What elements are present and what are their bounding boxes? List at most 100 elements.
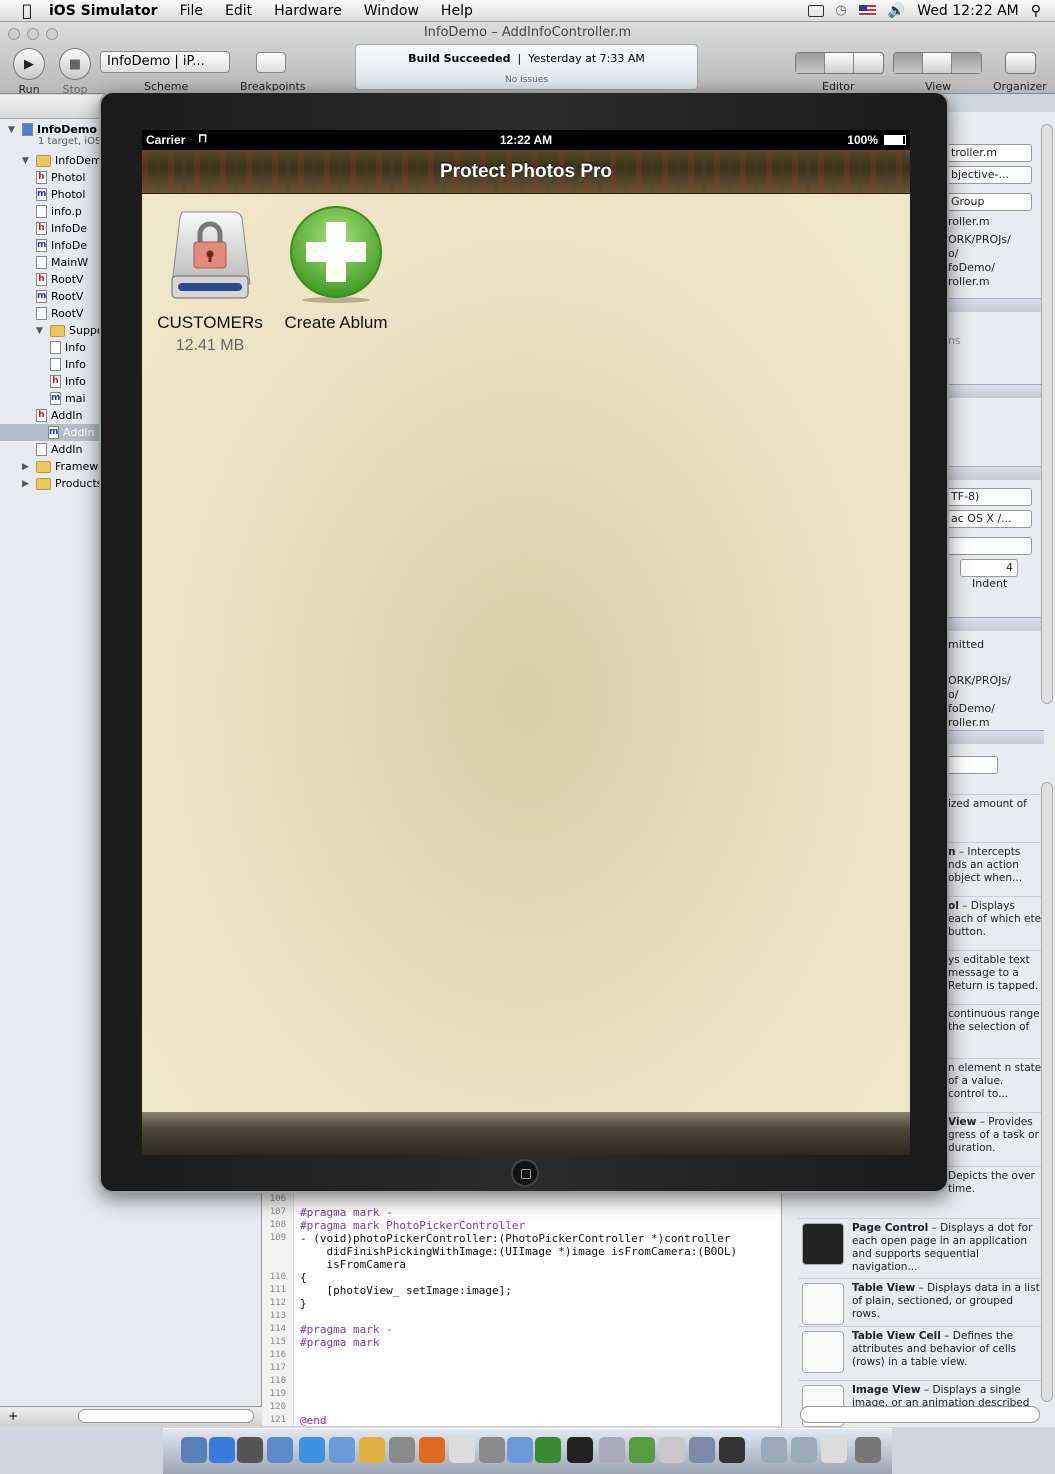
trash-icon[interactable] (855, 1437, 881, 1463)
inspector-scrollbar[interactable] (1041, 124, 1053, 704)
library-item[interactable]: Table View – Displays data in a list of … (798, 1278, 1042, 1330)
apple-menu-icon[interactable]:  (16, 1, 38, 20)
indent-using-popup[interactable] (946, 537, 1032, 555)
input-flag-icon[interactable] (858, 5, 876, 16)
navigator-file-row[interactable]: ▶ Framewo (22, 458, 105, 475)
utilities-toggle-icon[interactable] (952, 53, 981, 73)
disclosure-icon[interactable]: ▶ (22, 462, 32, 472)
ipad-screen[interactable]: Carrier ⊓ 12:22 AM 100% Protect Photos P… (142, 130, 910, 1155)
navigator-file-row[interactable]: m Photol (36, 186, 85, 203)
app-store-icon[interactable] (209, 1437, 235, 1463)
facetime-icon[interactable] (329, 1437, 355, 1463)
add-icon[interactable]: + (8, 1409, 18, 1423)
photo-icon[interactable] (659, 1437, 685, 1463)
navigator-file-row[interactable]: AddIn (36, 441, 83, 458)
library-filter-popup[interactable] (946, 756, 998, 774)
safari-icon[interactable] (299, 1437, 325, 1463)
location-popup[interactable]: Group (946, 193, 1032, 211)
library-item[interactable]: Table View Cell – Defines the attributes… (798, 1326, 1042, 1378)
version-editor-icon[interactable] (854, 53, 883, 73)
filter-input[interactable] (78, 1409, 254, 1423)
folder-icon[interactable] (761, 1437, 787, 1463)
dock-app-icon[interactable] (599, 1437, 625, 1463)
navigator-file-row[interactable]: MainW (36, 254, 88, 271)
navigator-file-row[interactable]: ▼ InfoDem (22, 152, 102, 169)
navigator-file-row[interactable]: m RootV (36, 288, 83, 305)
code-line[interactable]: @end (300, 1414, 327, 1427)
contacts-icon[interactable] (359, 1437, 385, 1463)
menu-window[interactable]: Window (353, 3, 430, 19)
disclosure-icon[interactable]: ▼ (8, 125, 18, 135)
qt-icon[interactable] (535, 1437, 561, 1463)
disclosure-icon[interactable]: ▼ (22, 156, 32, 166)
code-line[interactable]: - (void)photoPickerController:(PhotoPick… (300, 1232, 730, 1245)
menu-clock[interactable]: Wed 12:22 AM (917, 3, 1018, 19)
view-segmented[interactable] (893, 52, 982, 74)
encoding-popup[interactable]: TF-8) (946, 488, 1032, 506)
navigator-file-row[interactable]: h Photol (36, 169, 85, 186)
navigator-file-row[interactable]: Info (50, 356, 86, 373)
library-scrollbar[interactable] (1041, 782, 1053, 1402)
textedit-icon[interactable] (449, 1437, 475, 1463)
navigator-toggle-icon[interactable] (894, 53, 923, 73)
menu-edit[interactable]: Edit (214, 3, 263, 19)
assistant-editor-icon[interactable] (825, 53, 854, 73)
menu-file[interactable]: File (169, 3, 214, 19)
create-album-button[interactable]: Create Ablum (271, 204, 401, 333)
standard-editor-icon[interactable] (796, 53, 825, 73)
utility-icon[interactable] (479, 1437, 505, 1463)
home-button[interactable] (511, 1159, 539, 1187)
navigator-file-row[interactable]: h AddIn (36, 407, 83, 424)
navigator-file-row[interactable]: info.p (36, 203, 82, 220)
library-item[interactable]: Page Control – Displays a dot for each o… (798, 1218, 1042, 1273)
code-line[interactable]: #pragma mark - (300, 1323, 393, 1336)
scheme-popup[interactable]: InfoDemo | iP... (100, 51, 230, 73)
file-type-popup[interactable]: bjective-... (946, 166, 1032, 184)
breakpoints-button[interactable] (256, 52, 286, 73)
navigator-file-row[interactable]: m InfoDe (36, 237, 87, 254)
finder-icon[interactable] (181, 1437, 207, 1463)
iphone-sim-icon[interactable] (719, 1437, 745, 1463)
code-line[interactable]: #pragma mark PhotoPickerController (300, 1219, 525, 1232)
volume-icon[interactable]: 🔊 (888, 3, 905, 19)
terminal-icon[interactable] (567, 1437, 593, 1463)
code-line[interactable]: #pragma mark (300, 1336, 379, 1349)
organizer-button[interactable] (1005, 52, 1036, 74)
library-search-field[interactable] (800, 1406, 1040, 1423)
spotlight-icon[interactable]: ⚲ (1031, 3, 1041, 19)
navigator-file-row[interactable]: ▶ Products (22, 475, 103, 492)
firefox-icon[interactable] (419, 1437, 445, 1463)
code-line[interactable]: { (300, 1271, 307, 1284)
mail-icon[interactable] (267, 1437, 293, 1463)
menu-app-name[interactable]: iOS Simulator (38, 3, 169, 19)
run-button[interactable]: ▶ Run (12, 48, 46, 96)
code-line[interactable]: [photoView_ setImage:image]; (300, 1284, 511, 1297)
disclosure-icon[interactable]: ▼ (36, 326, 46, 336)
navigator-file-row[interactable]: ▼ Suppo (36, 322, 104, 339)
file-name-field[interactable]: troller.m (946, 144, 1032, 162)
xcode-icon[interactable] (389, 1437, 415, 1463)
menu-hardware[interactable]: Hardware (263, 3, 353, 19)
folder-icon[interactable] (791, 1437, 817, 1463)
navigator-file-row[interactable]: RootV (36, 305, 83, 322)
code-line[interactable]: #pragma mark - (300, 1206, 393, 1219)
dashboard-icon[interactable] (237, 1437, 263, 1463)
time-machine-icon[interactable]: ◷ (836, 3, 847, 18)
itunes-icon[interactable] (689, 1437, 715, 1463)
navigator-file-row[interactable]: m mai (50, 390, 86, 407)
navigator-file-row[interactable]: h InfoDe (36, 220, 87, 237)
navigator-file-row[interactable]: h RootV (36, 271, 83, 288)
stop-button[interactable]: ■ Stop (58, 48, 92, 96)
code-line[interactable]: isFromCamera (300, 1258, 405, 1271)
navigator-file-row[interactable]: h Info (50, 373, 86, 390)
album-item-customers[interactable]: CUSTOMERs 12.41 MB (145, 204, 275, 355)
display-icon[interactable] (807, 4, 824, 17)
debug-toggle-icon[interactable] (923, 53, 952, 73)
code-line[interactable]: } (300, 1297, 307, 1310)
document-icon[interactable] (821, 1437, 847, 1463)
indent-width-field[interactable]: 4 (960, 559, 1018, 577)
editor-segmented[interactable] (795, 52, 884, 74)
navigator-file-row[interactable]: Info (50, 339, 86, 356)
code-line[interactable]: didFinishPickingWithImage:(UIImage *)ima… (300, 1245, 737, 1258)
line-endings-popup[interactable]: ac OS X /... (946, 510, 1032, 528)
